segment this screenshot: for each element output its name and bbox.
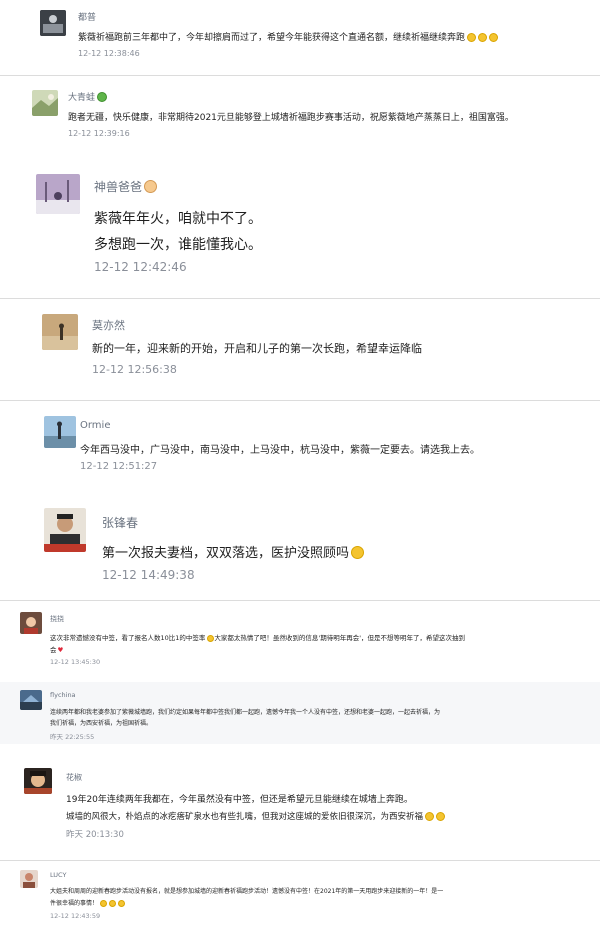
divider xyxy=(0,600,600,601)
comment-line: 多想跑一次，谁能懂我心。 xyxy=(94,237,262,253)
comment-username[interactable]: flychina xyxy=(50,691,76,699)
divider xyxy=(0,298,600,299)
comment-username[interactable]: 大青蛙 xyxy=(68,90,108,103)
emoji-icon xyxy=(118,900,126,907)
comment-time: 12-12 14:49:38 xyxy=(102,568,195,582)
comment-card: Ormie 今年西马没中，广马没中，南马没中，上马没中，杭马没中，紫薇一定要去。… xyxy=(20,406,580,484)
avatar[interactable] xyxy=(20,870,38,888)
comment-username[interactable]: 神兽爸爸 xyxy=(94,178,158,195)
avatar[interactable] xyxy=(20,690,42,710)
child-face-icon xyxy=(144,180,158,193)
divider xyxy=(0,75,600,76)
comment-text: 大姐夫和周周的迎新春跑步活动没有报名，就是想参加城墙的迎新春祈福跑步活动！遗憾没… xyxy=(50,888,444,895)
comment-body: 件很幸福的事情！ xyxy=(50,900,99,907)
comment-text: 跑者无疆，快乐健康，非常期待2021元旦能够登上城墙祈福跑步赛事活动，祝愿紫薇地… xyxy=(68,113,514,123)
avatar[interactable] xyxy=(40,10,66,36)
comment-username[interactable]: 挠挠 xyxy=(50,614,64,624)
comment-time: 12-12 12:43:59 xyxy=(50,912,101,920)
comment-body-end: 会 xyxy=(50,646,57,654)
comment-time: 12-12 12:56:38 xyxy=(92,363,177,376)
comment-card: 张锋春 第一次报夫妻档，双双落选，医护没照顾吗 12-12 14:49:38 xyxy=(20,494,580,594)
emoji-icon xyxy=(351,546,365,559)
username-text: 大青蛙 xyxy=(68,93,96,103)
avatar[interactable] xyxy=(36,174,80,214)
comment-username[interactable]: LUCY xyxy=(50,871,66,879)
frog-icon xyxy=(97,92,108,102)
avatar[interactable] xyxy=(42,314,78,350)
comment-card: 莫亦然 新的一年，迎来新的开始，开启和儿子的第一次长跑，希望幸运降临 12-12… xyxy=(20,302,580,392)
avatar[interactable] xyxy=(44,508,86,552)
comment-text: 连续两年都和我老婆参加了紫薇城墙跑，我们约定如果每年都中签我们都一起跑，遗憾今年… xyxy=(50,709,441,716)
comment-time: 12-12 12:38:46 xyxy=(78,49,140,58)
comment-card: 都普 紫薇祈福跑前三年都中了，今年却擦肩而过了，希望今年能获得这个直通名额，继续… xyxy=(20,0,580,72)
comment-time: 12-12 12:39:16 xyxy=(68,129,130,138)
emoji-icon xyxy=(436,812,446,821)
divider xyxy=(0,400,600,401)
comment-card: LUCY 大姐夫和周周的迎新春跑步活动没有报名，就是想参加城墙的迎新春祈福跑步活… xyxy=(0,864,600,926)
comment-time: 12-12 13:45:30 xyxy=(50,658,101,666)
comment-body: 这次非常遗憾没有中签，看了报名人数10比1的中签率 xyxy=(50,634,206,642)
comment-card: 大青蛙 跑者无疆，快乐健康，非常期待2021元旦能够登上城墙祈福跑步赛事活动，祝… xyxy=(20,80,580,150)
comment-time: 昨天 20:13:30 xyxy=(66,830,124,840)
avatar[interactable] xyxy=(32,90,58,116)
comment-text: 紫薇祈福跑前三年都中了，今年却擦肩而过了，希望今年能获得这个直通名额，继续祈福继… xyxy=(78,30,499,43)
comment-username[interactable]: 莫亦然 xyxy=(92,317,125,333)
comment-username[interactable]: Ormie xyxy=(80,420,110,431)
comment-card: 花椒 19年20年连续两年我都在，今年虽然没有中签，但还是希望元旦能继续在城墙上… xyxy=(0,762,600,852)
emoji-icon xyxy=(467,33,477,42)
comment-line: 紫薇年年火，咱就中不了。 xyxy=(94,211,262,227)
emoji-icon xyxy=(489,33,499,42)
comment-text: 新的一年，迎来新的开始，开启和儿子的第一次长跑，希望幸运降临 xyxy=(92,342,422,355)
comment-line: 19年20年连续两年我都在，今年虽然没有中签，但还是希望元旦能继续在城墙上奔跑。 xyxy=(66,795,413,805)
comment-body: 城墙的风很大，朴焰点的冰疙瘩矿泉水也有些扎嘴，但我对这座城的爱依旧很深沉，为西安… xyxy=(66,812,424,822)
emoji-icon xyxy=(109,900,117,907)
avatar[interactable] xyxy=(44,416,76,448)
heart-icon: ♥ xyxy=(57,646,64,654)
comment-time: 12-12 12:42:46 xyxy=(94,260,187,274)
divider xyxy=(0,860,600,861)
comment-time: 昨天 22:25:55 xyxy=(50,733,95,741)
comment-username[interactable]: 张锋春 xyxy=(102,514,138,531)
comment-username[interactable]: 花椒 xyxy=(66,772,82,783)
avatar[interactable] xyxy=(20,612,42,634)
comment-text: 会♥ xyxy=(50,644,63,654)
comment-card: flychina 连续两年都和我老婆参加了紫薇城墙跑，我们约定如果每年都中签我们… xyxy=(0,682,600,744)
username-text: 神兽爸爸 xyxy=(94,180,143,194)
comment-text: 件很幸福的事情！ xyxy=(50,898,126,907)
comment-card: 神兽爸爸 紫薇年年火，咱就中不了。 多想跑一次，谁能懂我心。 12-12 12:… xyxy=(20,160,580,290)
comment-time: 12-12 12:51:27 xyxy=(80,461,158,472)
comment-text: 第一次报夫妻档，双双落选，医护没照顾吗 xyxy=(102,542,365,561)
emoji-icon xyxy=(478,33,488,42)
comment-body: 紫薇祈福跑前三年都中了，今年却擦肩而过了，希望今年能获得这个直通名额，继续祈福继… xyxy=(78,33,466,43)
comment-body: 第一次报夫妻档，双双落选，医护没照顾吗 xyxy=(102,546,350,561)
comment-text: 今年西马没中，广马没中，南马没中，上马没中，杭马没中，紫薇一定要去。请选我上去。 xyxy=(80,445,480,456)
comment-text: 这次非常遗憾没有中签，看了报名人数10比1的中签率 大家都太热情了吧！虽然收到的信… xyxy=(50,632,465,642)
comment-body-cont: 大家都太热情了吧！虽然收到的信息'期待明年再会'，但是不想等明年了，希望这次抽到 xyxy=(214,634,465,642)
avatar[interactable] xyxy=(24,768,52,794)
emoji-icon xyxy=(100,900,108,907)
comment-text: 我们祈福，为西安祈福，为祖国祈福。 xyxy=(50,720,153,727)
comment-line: 城墙的风很大，朴焰点的冰疙瘩矿泉水也有些扎嘴，但我对这座城的爱依旧很深沉，为西安… xyxy=(66,810,446,822)
comment-username[interactable]: 都普 xyxy=(78,10,96,23)
comment-card: 挠挠 这次非常遗憾没有中签，看了报名人数10比1的中签率 大家都太热情了吧！虽然收… xyxy=(0,606,600,672)
emoji-icon xyxy=(425,812,435,821)
